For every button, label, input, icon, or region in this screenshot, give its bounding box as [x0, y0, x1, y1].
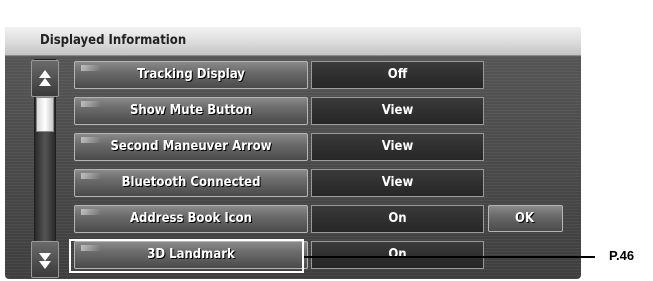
- scroll-down-icon: [38, 250, 52, 270]
- tracking-display-value: Off: [311, 61, 484, 89]
- address-book-icon-value: On: [311, 205, 484, 233]
- row-value: On: [388, 211, 407, 226]
- scroll-down-button[interactable]: [31, 241, 59, 278]
- row-value: View: [381, 139, 414, 154]
- page-title: Displayed Information: [40, 33, 187, 48]
- row-value: Off: [387, 67, 408, 82]
- row-value: View: [381, 175, 414, 190]
- address-book-icon-button[interactable]: Address Book Icon: [74, 205, 308, 233]
- row-value: On: [388, 247, 407, 262]
- second-maneuver-arrow-button[interactable]: Second Maneuver Arrow: [74, 133, 308, 161]
- row-value: View: [381, 103, 414, 118]
- callout-line: [304, 256, 595, 258]
- page-reference: P.46: [609, 248, 635, 263]
- row-label: Show Mute Button: [129, 103, 252, 118]
- row-label: 3D Landmark: [147, 247, 235, 262]
- scroll-up-icon: [38, 69, 52, 89]
- row-label: Address Book Icon: [130, 211, 252, 226]
- scrollbar-thumb[interactable]: [36, 97, 54, 132]
- bluetooth-connected-button[interactable]: Bluetooth Connected: [74, 169, 308, 197]
- row-label: Bluetooth Connected: [121, 175, 261, 190]
- row-label: Second Maneuver Arrow: [110, 139, 272, 154]
- 3d-landmark-value: On: [311, 241, 484, 269]
- show-mute-button-value: View: [311, 97, 484, 125]
- row-label: Tracking Display: [137, 67, 245, 82]
- ok-button[interactable]: OK: [488, 205, 563, 232]
- show-mute-button-button[interactable]: Show Mute Button: [74, 97, 308, 125]
- tracking-display-button[interactable]: Tracking Display: [74, 61, 308, 89]
- bluetooth-connected-value: View: [311, 169, 484, 197]
- second-maneuver-arrow-value: View: [311, 133, 484, 161]
- title-bar: Displayed Information: [5, 27, 581, 56]
- 3d-landmark-button[interactable]: 3D Landmark: [74, 241, 308, 269]
- settings-screen: Displayed Information Tracking Display O…: [5, 27, 581, 279]
- ok-label: OK: [515, 211, 535, 226]
- scroll-up-button[interactable]: [31, 60, 59, 97]
